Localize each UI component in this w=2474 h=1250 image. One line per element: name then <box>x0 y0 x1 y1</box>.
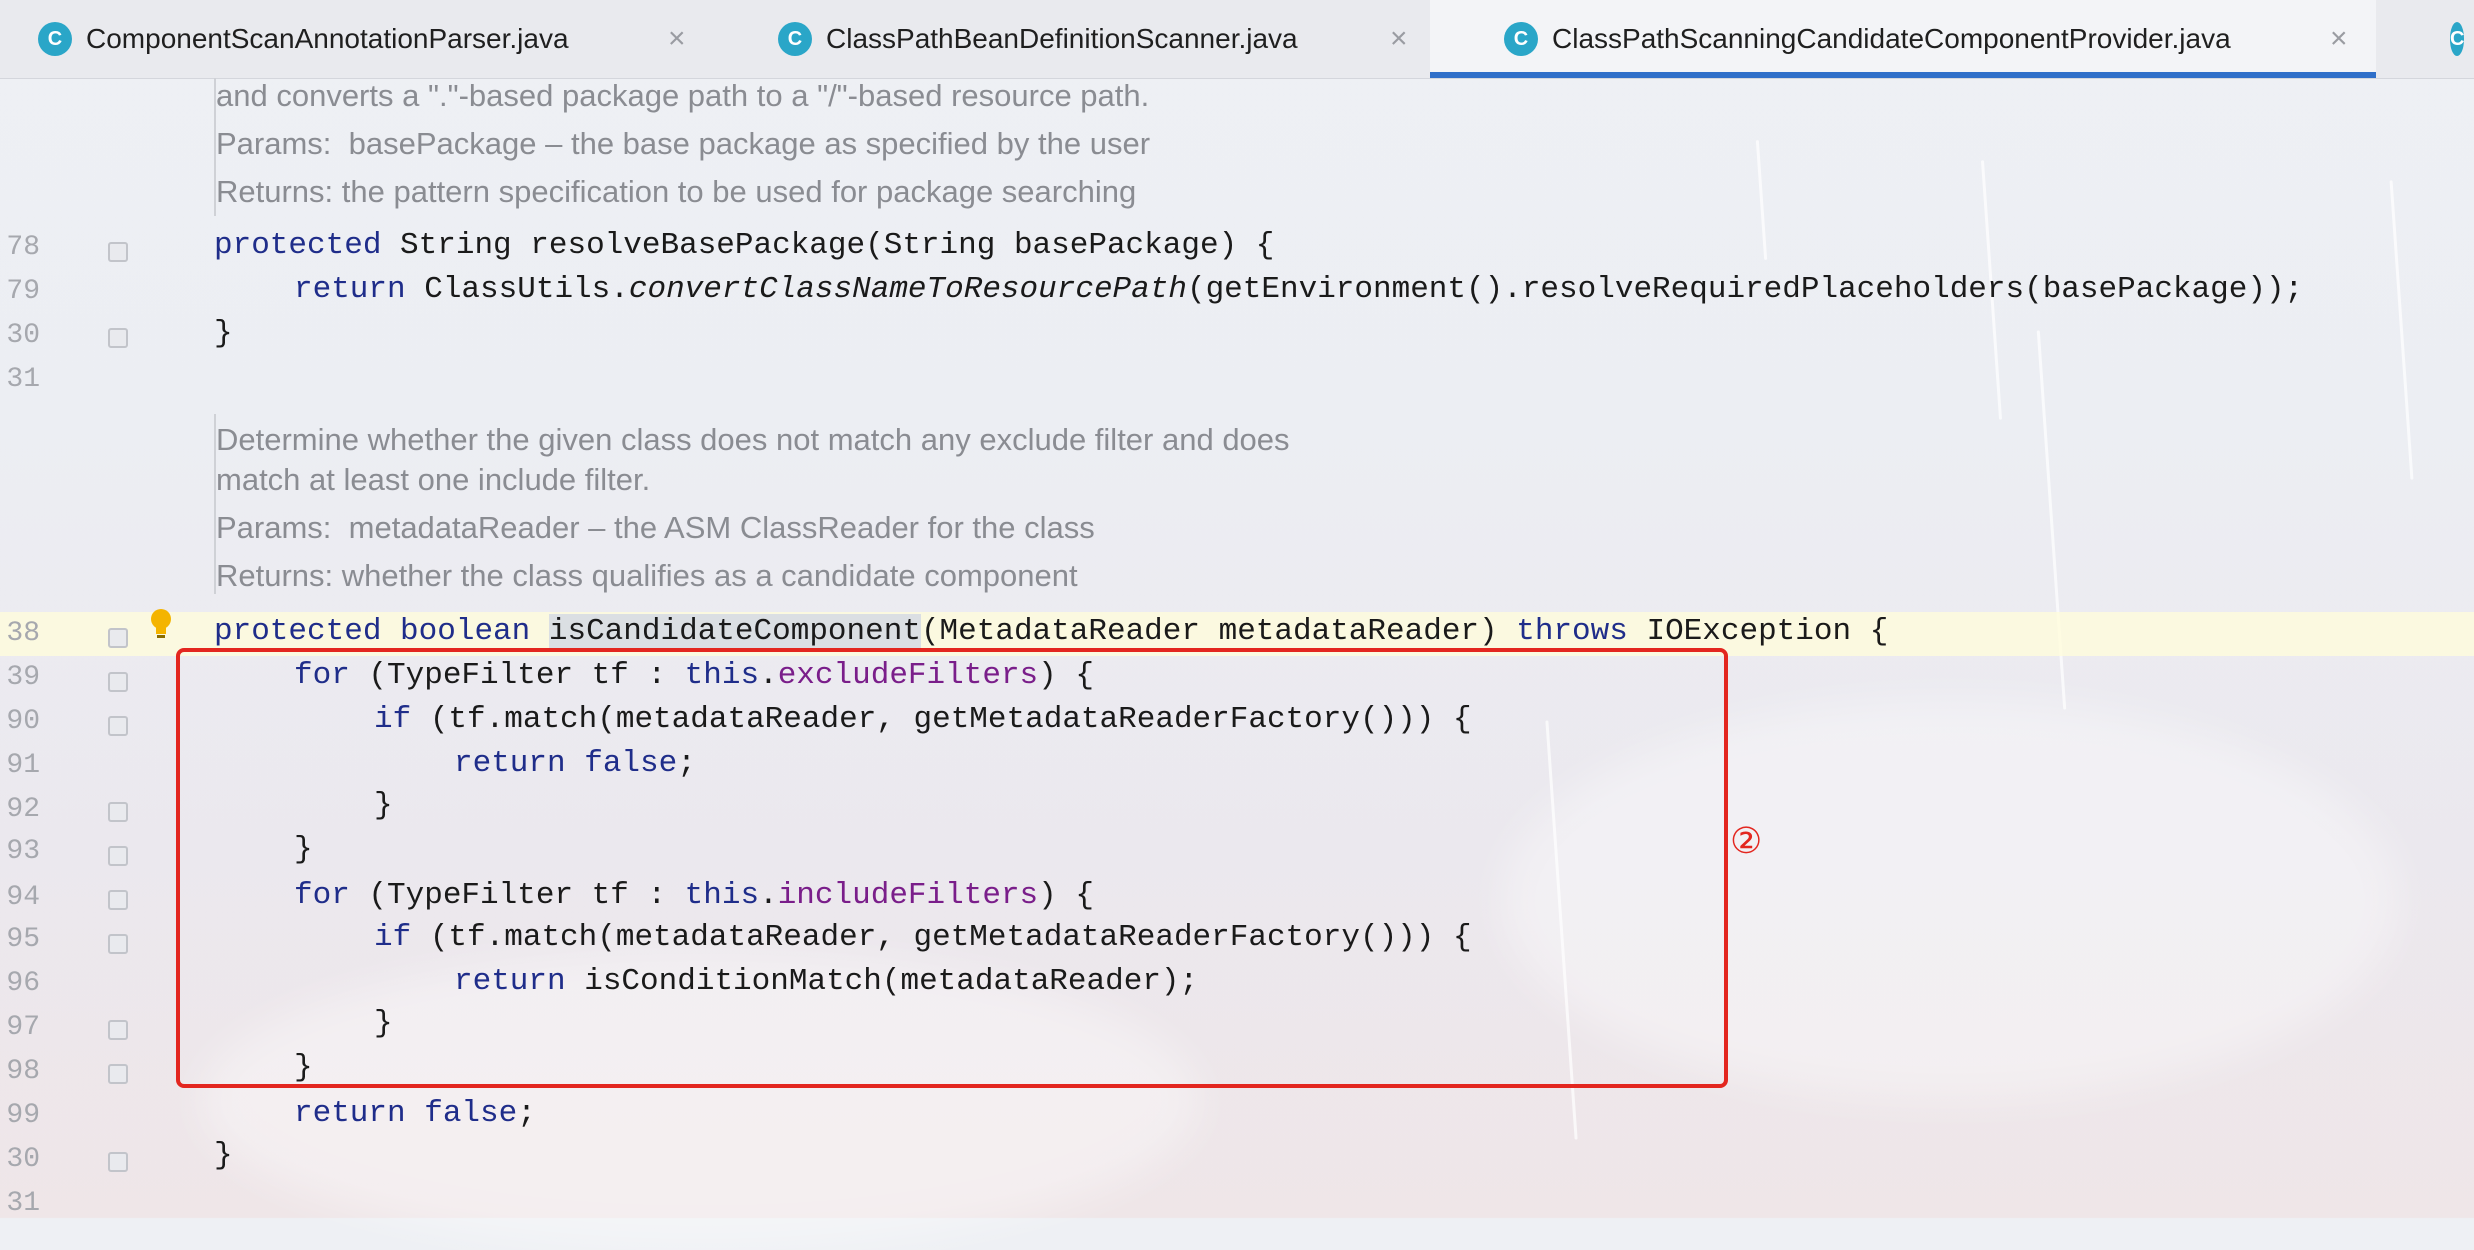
line-number: 97 <box>6 1012 40 1043</box>
line-number: 31 <box>6 364 40 395</box>
doc-comment-params: Params: metadataReader – the ASM ClassRe… <box>216 510 1095 545</box>
fold-marker[interactable] <box>108 934 128 954</box>
fold-marker[interactable] <box>108 1064 128 1084</box>
code-line: return ClassUtils.convertClassNameToReso… <box>294 272 2304 307</box>
line-number: 39 <box>6 662 40 693</box>
fold-marker[interactable] <box>108 1152 128 1172</box>
fold-marker[interactable] <box>108 890 128 910</box>
line-number: 96 <box>6 968 40 999</box>
line-number: 91 <box>6 750 40 781</box>
doc-comment-params: Params: basePackage – the base package a… <box>216 126 1151 161</box>
tab-class-path-bean-definition-scanner[interactable]: C ClassPathBeanDefinitionScanner.java × <box>778 0 1438 78</box>
fold-marker[interactable] <box>108 802 128 822</box>
line-number: 98 <box>6 1056 40 1087</box>
tab-label: ComponentScanAnnotationParser.java <box>86 23 569 54</box>
close-icon[interactable]: × <box>2330 22 2348 56</box>
editor-tab-bar: C ComponentScanAnnotationParser.java × C… <box>0 0 2474 79</box>
code-line: protected String resolveBasePackage(Stri… <box>214 228 1275 263</box>
annotation-marker: ② <box>1730 820 1763 861</box>
fold-marker[interactable] <box>108 846 128 866</box>
line-number: 92 <box>6 794 40 825</box>
code-line: return false; <box>294 1096 536 1131</box>
class-c-icon: C <box>2450 22 2465 56</box>
doc-comment-line: and converts a "."-based package path to… <box>216 78 1150 113</box>
class-c-icon: C <box>778 22 812 56</box>
tab-component-scan-annotation-parser[interactable]: C ComponentScanAnnotationParser.java × <box>38 0 698 78</box>
fold-marker[interactable] <box>108 328 128 348</box>
line-number: 78 <box>6 232 40 263</box>
doc-comment-line: match at least one include filter. <box>216 462 651 497</box>
line-number: 93 <box>6 836 40 867</box>
doc-comment-line: Determine whether the given class does n… <box>216 422 1290 457</box>
code-line: protected boolean isCandidateComponent(M… <box>214 614 1889 649</box>
line-number: 79 <box>6 276 40 307</box>
line-number: 30 <box>6 1144 40 1175</box>
tab-label: ClassPathBeanDefinitionScanner.java <box>826 23 1298 54</box>
line-number: 31 <box>6 1188 40 1219</box>
code-line: } <box>214 316 233 351</box>
tab-overflow[interactable]: C <box>2450 0 2474 78</box>
class-c-icon: C <box>38 22 72 56</box>
close-icon[interactable]: × <box>668 22 686 56</box>
line-number: 95 <box>6 924 40 955</box>
fold-marker[interactable] <box>108 628 128 648</box>
line-number: 99 <box>6 1100 40 1131</box>
fold-marker[interactable] <box>108 716 128 736</box>
doc-comment-returns: Returns: the pattern specification to be… <box>216 174 1137 209</box>
fold-marker[interactable] <box>108 1020 128 1040</box>
line-number: 30 <box>6 320 40 351</box>
tab-label: ClassPathScanningCandidateComponentProvi… <box>1552 23 2231 54</box>
fold-marker[interactable] <box>108 242 128 262</box>
lightbulb-icon[interactable] <box>148 608 174 638</box>
annotation-highlight-box <box>176 648 1728 1088</box>
class-c-icon: C <box>1504 22 1538 56</box>
tab-class-path-scanning-candidate-component-provider[interactable]: C ClassPathScanningCandidateComponentPro… <box>1430 0 2376 78</box>
line-number: 90 <box>6 706 40 737</box>
line-number: 38 <box>6 618 40 649</box>
line-number: 94 <box>6 882 40 913</box>
fold-marker[interactable] <box>108 672 128 692</box>
close-icon[interactable]: × <box>1390 22 1408 56</box>
doc-comment-returns: Returns: whether the class qualifies as … <box>216 558 1078 593</box>
code-line: } <box>214 1138 233 1173</box>
